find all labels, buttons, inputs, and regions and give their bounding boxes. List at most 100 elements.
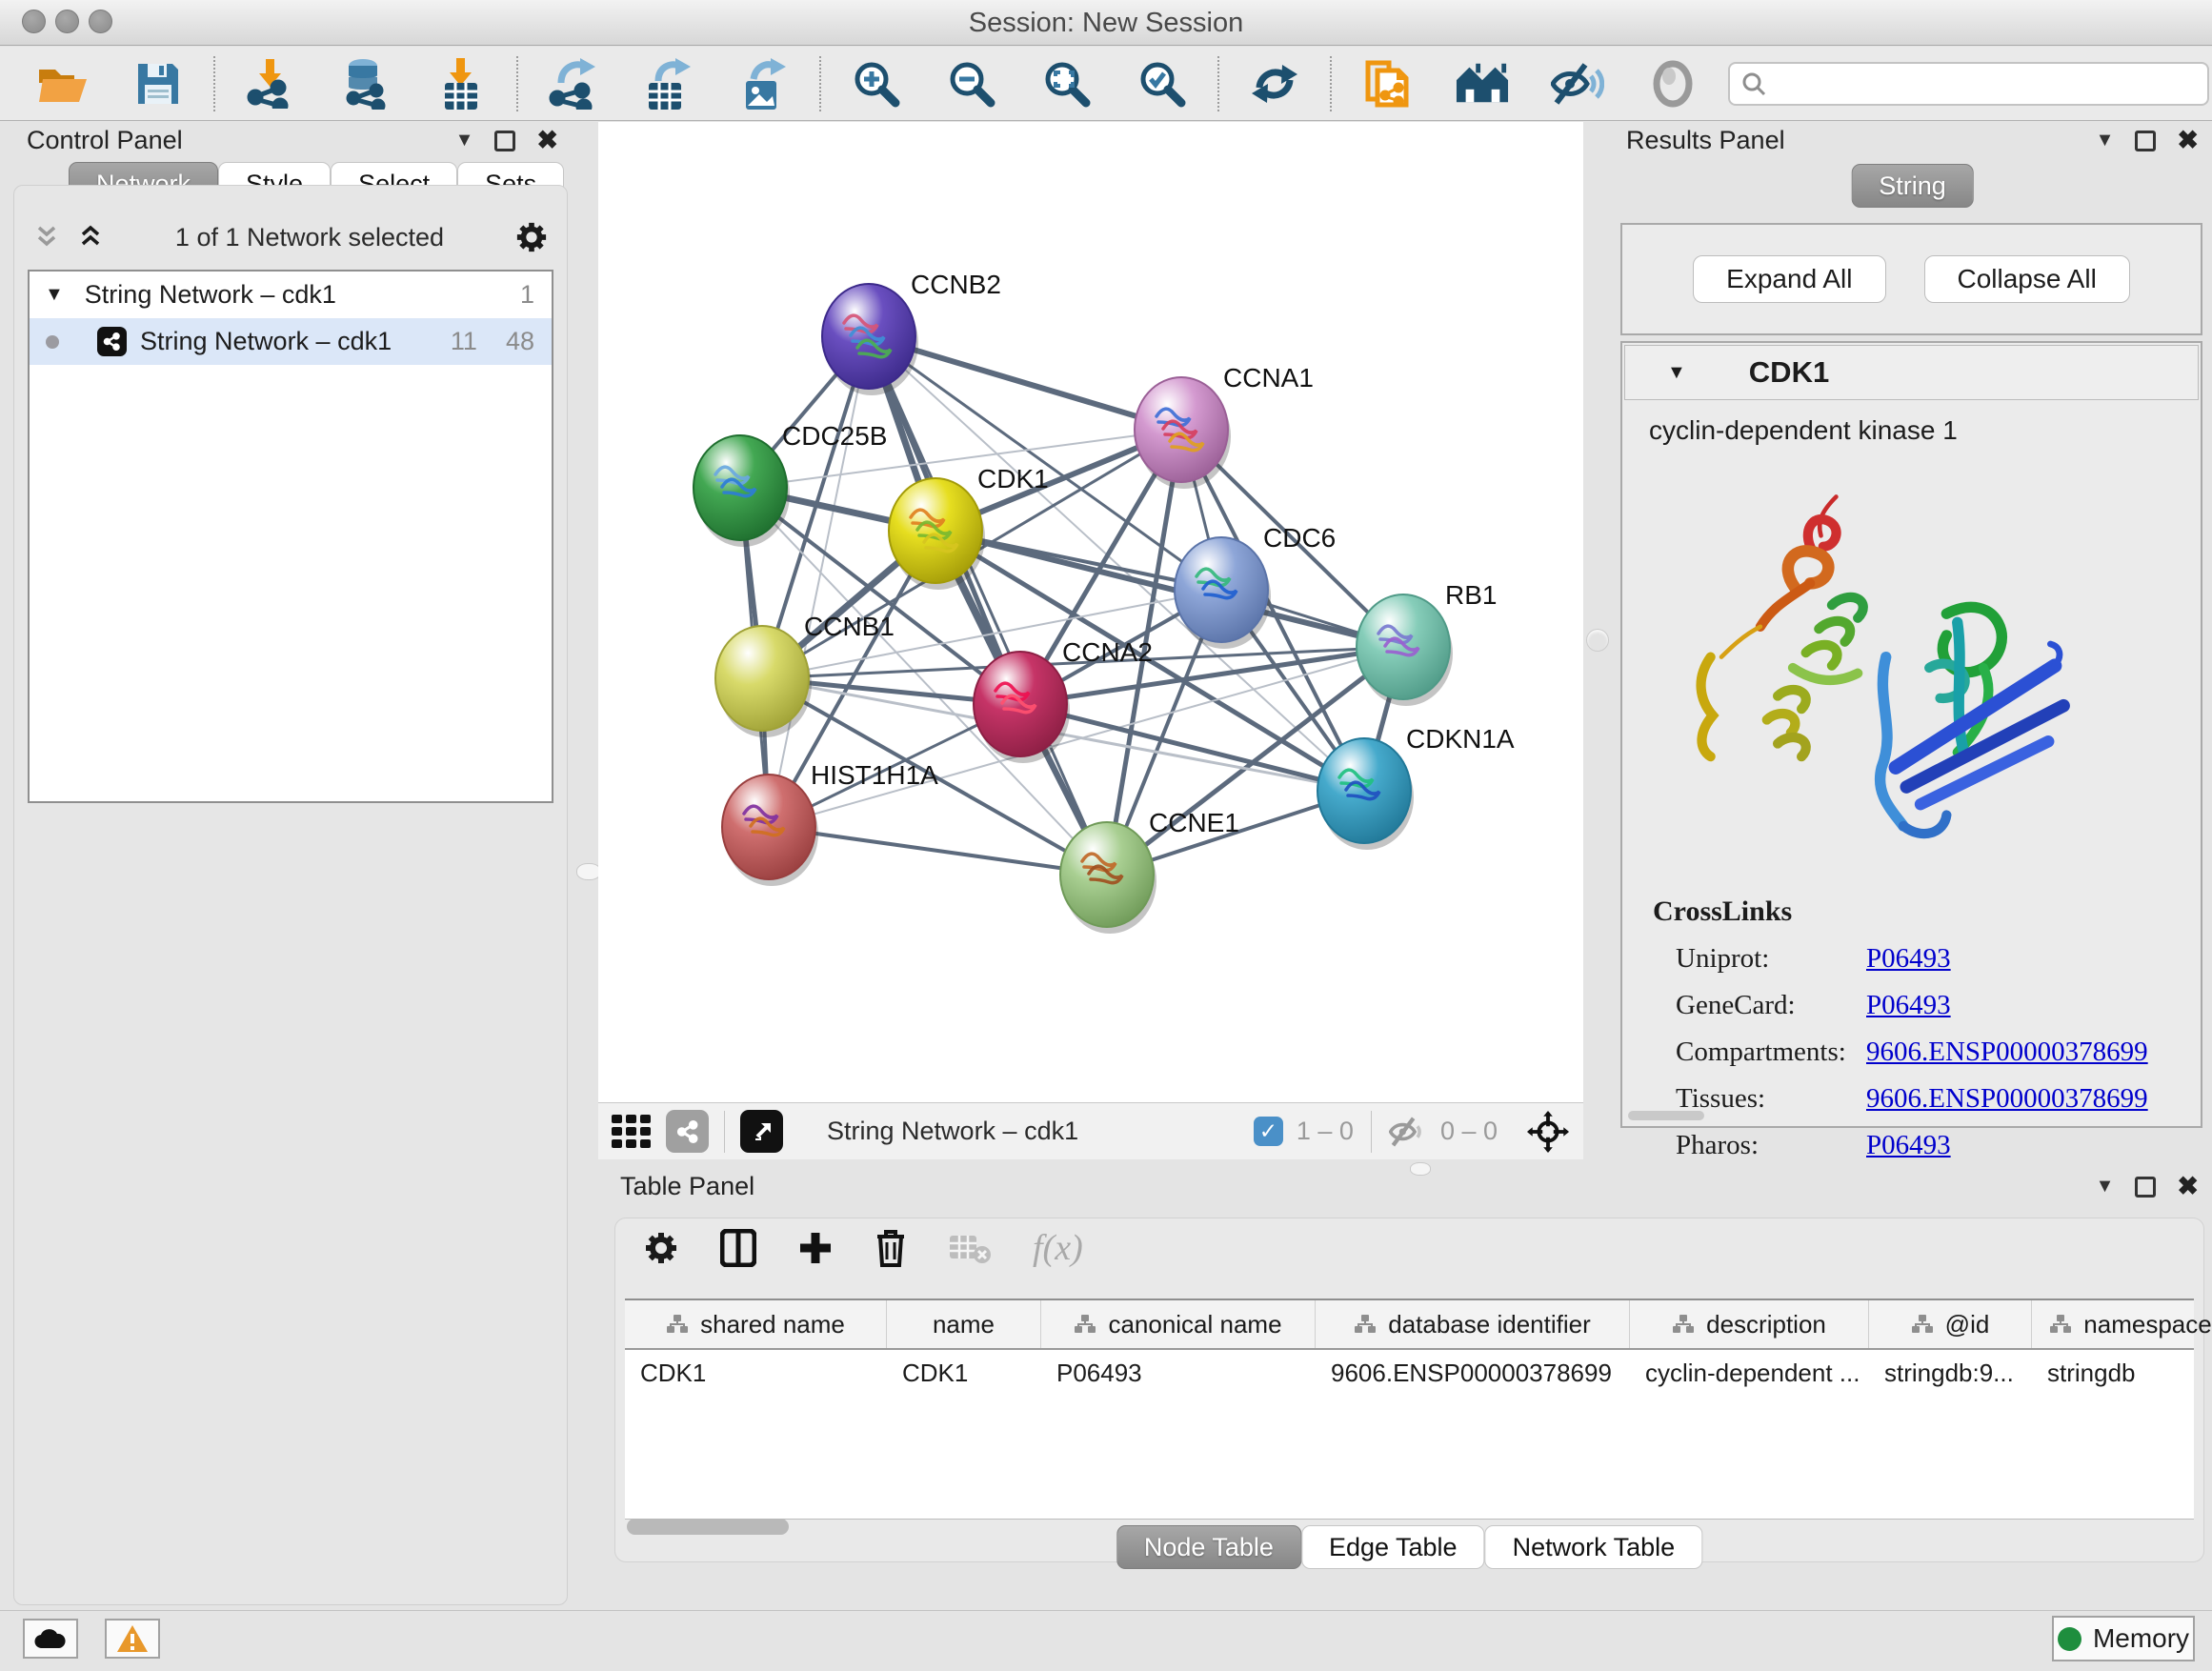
collapse-all-icon[interactable] [33,225,60,250]
gene-section-header[interactable]: ▼ CDK1 [1624,345,2199,400]
memory-button[interactable]: Memory [2052,1616,2195,1661]
table-cell[interactable]: P06493 [1041,1350,1316,1396]
column-header-shared-name[interactable]: shared name [625,1300,887,1348]
clone-network-icon[interactable] [1360,57,1414,111]
network-edge[interactable] [769,827,1107,875]
network-row[interactable]: String Network – cdk1 11 48 [30,318,552,365]
close-panel-icon[interactable]: ✖ [536,126,558,155]
panel-menu-icon[interactable]: ▼ [2096,130,2115,151]
import-table-from-file-icon[interactable] [434,57,488,111]
open-session-icon[interactable] [36,57,90,111]
node-label: CDK1 [977,464,1049,493]
node-label: CCNE1 [1149,808,1239,837]
network-edge[interactable] [869,336,1107,875]
expand-all-button[interactable]: Expand All [1693,255,1885,303]
refresh-view-icon[interactable] [1248,57,1301,111]
network-view-title: String Network – cdk1 [827,1117,1078,1146]
float-panel-icon[interactable] [2135,1177,2156,1198]
right-divider-handle[interactable] [1586,629,1609,652]
close-panel-icon[interactable]: ✖ [2177,1172,2199,1201]
grid-view-icon[interactable] [612,1115,651,1148]
zoom-in-icon[interactable] [850,57,903,111]
tab-network-table[interactable]: Network Table [1485,1525,1703,1569]
delete-table-icon[interactable] [949,1232,991,1264]
network-canvas[interactable]: CCNB2CCNA1CDC25BCDK1CDC6RB1CCNB1CCNA2CDK… [598,122,1583,1102]
table-cell[interactable]: stringdb [2032,1350,2212,1396]
zoom-out-icon[interactable] [945,57,998,111]
import-network-from-file-icon[interactable] [244,57,297,111]
column-header-name[interactable]: name [887,1300,1041,1348]
column-header-database-identifier[interactable]: database identifier [1316,1300,1630,1348]
import-network-from-database-icon[interactable] [339,57,392,111]
network-options-gear-icon[interactable] [515,221,548,253]
expand-all-icon[interactable] [77,225,104,250]
table-horizontal-scrollbar[interactable] [627,1519,789,1535]
table-options-gear-icon[interactable] [644,1231,678,1265]
footer-separator [724,1111,725,1153]
collapse-section-icon[interactable]: ▼ [1667,362,1686,384]
node-label: CCNB1 [804,612,895,641]
results-horizontal-scrollbar[interactable] [1628,1111,1704,1120]
eye-sphere-icon[interactable] [1646,57,1699,111]
show-columns-icon[interactable] [720,1229,756,1267]
network-node-ccne1[interactable]: CCNE1 [1060,808,1239,934]
table-cell[interactable]: CDK1 [887,1350,1041,1396]
column-label: database identifier [1388,1310,1590,1339]
function-builder-icon[interactable]: f(x) [1033,1227,1083,1269]
column-header-canonical-name[interactable]: canonical name [1041,1300,1316,1348]
column-header-namespace[interactable]: namespace [2032,1300,2212,1348]
crosslinks-heading: CrossLinks [1653,896,2201,928]
string-badge-icon[interactable] [666,1110,709,1153]
crosslink-link[interactable]: P06493 [1866,943,1951,975]
zoom-fit-icon[interactable] [1040,57,1094,111]
string-network-icon [97,327,127,356]
crosslink-label: GeneCard: [1676,990,1866,1021]
birdseye-view-icon[interactable] [740,1110,783,1153]
column-type-icon [2049,1314,2072,1335]
zoom-selected-icon[interactable] [1136,57,1189,111]
table-cell[interactable]: CDK1 [625,1350,887,1396]
save-session-icon[interactable] [131,57,185,111]
pan-crosshair-icon[interactable] [1526,1110,1570,1154]
tab-edge-table[interactable]: Edge Table [1301,1525,1485,1569]
network-node-cdkn1a[interactable]: CDKN1A [1317,724,1515,850]
search-input[interactable] [1776,70,2195,97]
crosslink-link[interactable]: 9606.ENSP00000378699 [1866,1083,2148,1115]
network-collection-row[interactable]: ▼ String Network – cdk1 1 [30,272,552,318]
export-table-icon[interactable] [642,57,695,111]
table-cell[interactable]: 9606.ENSP00000378699 [1316,1350,1630,1396]
column-header--id[interactable]: @id [1869,1300,2032,1348]
float-panel-icon[interactable] [494,131,515,151]
crosslink-link[interactable]: P06493 [1866,1130,1951,1161]
hidden-eye-icon[interactable] [1389,1116,1427,1148]
network-edge[interactable] [769,336,869,827]
selected-nodes-checkbox[interactable]: ✓ [1254,1117,1283,1146]
tree-expand-icon[interactable]: ▼ [45,284,64,306]
network-node-cdk1[interactable]: CDK1 [889,464,1049,590]
node-label: HIST1H1A [811,760,938,790]
home-houses-icon[interactable] [1456,57,1509,111]
network-node-cdc6[interactable]: CDC6 [1175,523,1336,649]
warning-button[interactable] [105,1619,160,1659]
table-row[interactable]: CDK1CDK1P064939606.ENSP00000378699cyclin… [625,1350,2194,1396]
tab-string[interactable]: String [1851,164,1974,208]
collapse-all-button[interactable]: Collapse All [1924,255,2130,303]
table-cell[interactable]: cyclin-dependent ... [1630,1350,1869,1396]
crosslink-link[interactable]: P06493 [1866,990,1951,1021]
add-column-icon[interactable] [798,1231,833,1265]
float-panel-icon[interactable] [2135,131,2156,151]
tab-node-table[interactable]: Node Table [1116,1525,1301,1569]
table-cell[interactable]: stringdb:9... [1869,1350,2032,1396]
panel-menu-icon[interactable]: ▼ [455,130,474,151]
export-image-icon[interactable] [737,57,791,111]
panel-menu-icon[interactable]: ▼ [2096,1176,2115,1198]
export-network-icon[interactable] [547,57,600,111]
crosslink-link[interactable]: 9606.ENSP00000378699 [1866,1037,2148,1068]
hide-unhide-icon[interactable] [1551,57,1604,111]
delete-column-icon[interactable] [875,1229,907,1267]
network-node-rb1[interactable]: RB1 [1357,580,1497,706]
network-node-hist1h1a[interactable]: HIST1H1A [722,760,938,886]
close-panel-icon[interactable]: ✖ [2177,126,2199,155]
column-header-description[interactable]: description [1630,1300,1869,1348]
cloud-button[interactable] [23,1619,78,1659]
